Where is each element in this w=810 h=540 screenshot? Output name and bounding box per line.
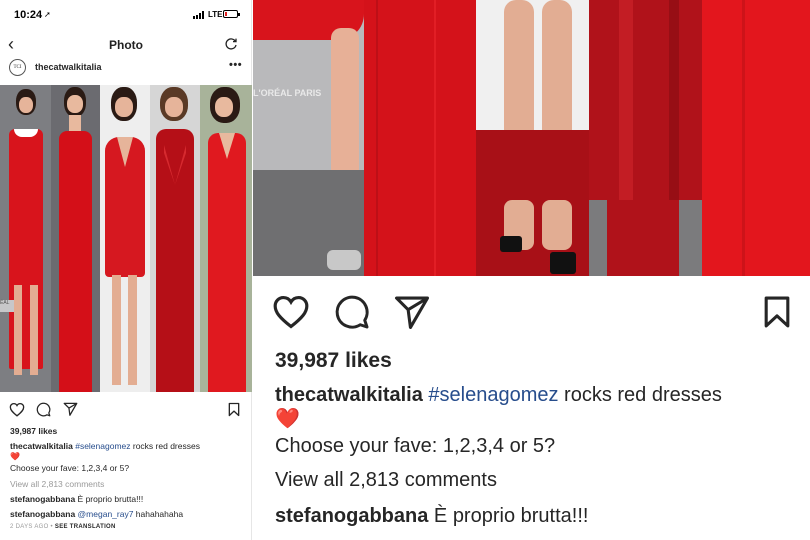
battery-icon	[223, 10, 240, 18]
caption-text: rocks red dresses	[130, 441, 200, 451]
zoom-look-5	[702, 0, 810, 276]
post-header: TCI thecatwalkitalia •••	[0, 56, 252, 78]
comment-icon[interactable]	[36, 402, 51, 417]
view-all-comments-link[interactable]: View all 2,813 comments	[10, 479, 104, 489]
post-timestamp: 2 DAYS AGO	[10, 524, 49, 530]
caption-line: thecatwalkitalia #selenagomez rocks red …	[10, 441, 200, 451]
caption-line: thecatwalkitalia #selenagomez rocks red …	[275, 384, 722, 407]
caption-text: rocks red dresses	[558, 384, 722, 406]
likes-count[interactable]: 39,987 likes	[275, 349, 392, 373]
comment-text: È proprio brutta!!!	[428, 505, 589, 527]
signal-icon	[193, 11, 207, 19]
comment-2: stefanogabbana @megan_ray7 hahahahaha	[10, 509, 183, 519]
page-title: Photo	[109, 38, 143, 52]
caption-username[interactable]: thecatwalkitalia	[10, 441, 73, 451]
status-bar: 10:24 ➚ LTE	[0, 0, 252, 26]
see-translation-link[interactable]: SEE TRANSLATION	[55, 524, 116, 530]
comment-mention[interactable]: @megan_ray7	[75, 509, 134, 519]
comment-text: hahahahaha	[133, 509, 184, 519]
zoomed-detail: L'ORÉAL PARIS 39,987 likes thecatwalkita…	[253, 0, 810, 540]
heart-emoji-icon: ❤️	[10, 452, 20, 461]
navigation-bar: ‹ Photo	[0, 30, 252, 58]
caption-question: Choose your fave: 1,2,3,4 or 5?	[10, 463, 130, 473]
caption-username[interactable]: thecatwalkitalia	[275, 384, 423, 406]
zoom-look-1: L'ORÉAL PARIS	[253, 0, 364, 276]
caption-hashtag[interactable]: #selenagomez	[428, 384, 558, 406]
view-all-comments-link[interactable]: View all 2,813 comments	[275, 469, 497, 492]
look-2	[51, 85, 100, 392]
phone-screenshot: 10:24 ➚ LTE ‹ Photo TCI thecatwalkitalia…	[0, 0, 252, 540]
more-options-icon[interactable]: •••	[229, 59, 242, 71]
comment-1: stefanogabbana È proprio brutta!!!	[10, 494, 143, 504]
refresh-icon[interactable]	[224, 37, 238, 51]
zoom-look-3	[476, 0, 589, 276]
comment-username[interactable]: stefanogabbana	[10, 509, 75, 519]
location-arrow-icon: ➚	[44, 10, 51, 19]
look-5	[200, 85, 252, 392]
zoomed-photo: L'ORÉAL PARIS	[253, 0, 810, 276]
post-username[interactable]: thecatwalkitalia	[35, 62, 102, 72]
caption-hashtag[interactable]: #selenagomez	[75, 441, 130, 451]
post-actions	[0, 400, 252, 420]
comment-username[interactable]: stefanogabbana	[275, 505, 428, 527]
comment-1: stefanogabbana È proprio brutta!!!	[275, 505, 588, 528]
avatar[interactable]: TCI	[9, 59, 26, 76]
bookmark-icon[interactable]	[228, 402, 240, 417]
bookmark-icon[interactable]	[763, 295, 791, 329]
caption-question: Choose your fave: 1,2,3,4 or 5?	[275, 435, 556, 457]
like-heart-icon[interactable]	[9, 402, 25, 417]
share-send-icon[interactable]	[393, 295, 431, 329]
likes-count[interactable]: 39,987 likes	[10, 426, 57, 436]
look-3	[100, 85, 150, 392]
zoomed-post-actions	[253, 292, 810, 336]
look-4	[150, 85, 200, 392]
post-photo[interactable]: ÉAL	[0, 85, 252, 392]
status-time: 10:24	[14, 9, 43, 21]
network-type: LTE	[208, 10, 223, 19]
backdrop-logo: L'ORÉAL PARIS	[253, 88, 322, 98]
comment-text: È proprio brutta!!!	[75, 494, 144, 504]
zoom-look-2	[364, 0, 476, 276]
zoom-look-4	[589, 0, 702, 276]
share-send-icon[interactable]	[63, 402, 78, 416]
comment-username[interactable]: stefanogabbana	[10, 494, 75, 504]
heart-emoji-icon: ❤️	[275, 408, 300, 430]
like-heart-icon[interactable]	[272, 294, 310, 329]
post-timestamp-row: 2 DAYS AGO • SEE TRANSLATION	[10, 524, 116, 530]
comment-icon[interactable]	[334, 294, 370, 330]
look-1: ÉAL	[0, 85, 51, 392]
